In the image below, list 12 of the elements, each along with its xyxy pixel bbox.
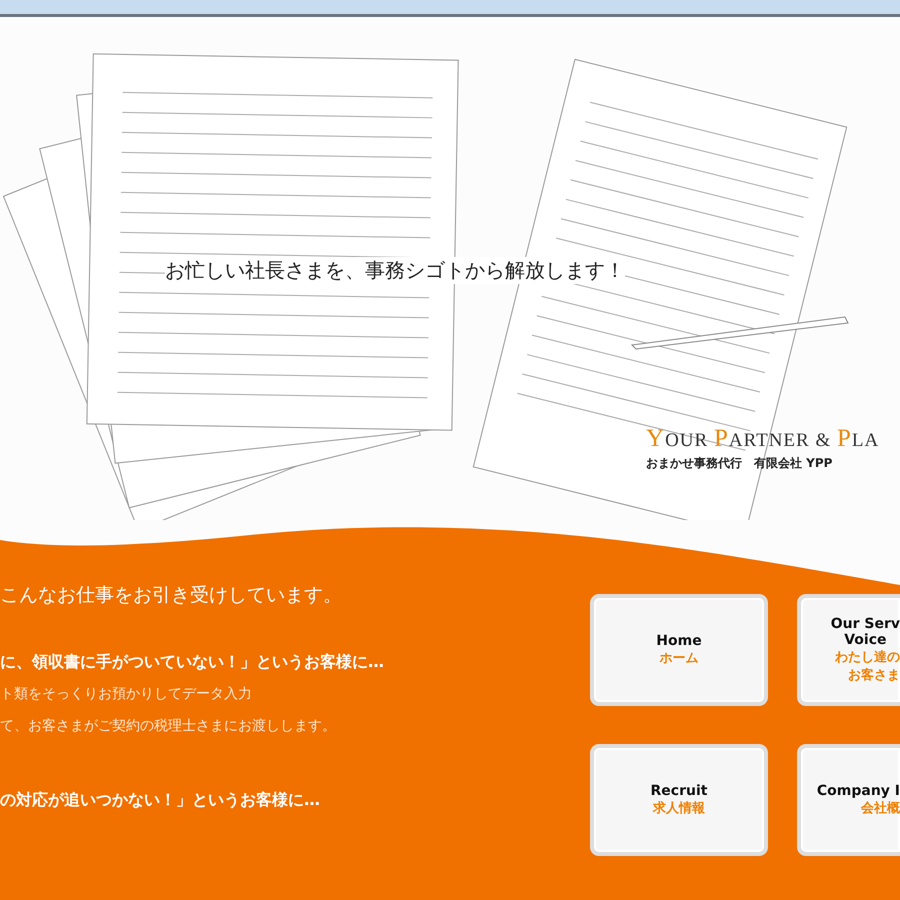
service-text: て、お客さまがご契約の税理士さまにお渡しします。 (0, 717, 337, 735)
service-heading: に、領収書に手がついていない！」というお客様に… (0, 652, 385, 673)
headline: お忙しい社長さまを、事務シゴトから解放します！ (165, 257, 625, 284)
nav-card[interactable]: Home ホーム (590, 594, 768, 706)
intro-text: こんなお仕事をお引き受けしています。 (0, 583, 343, 608)
service-heading: の対応が追いつかない！」というお客様に… (0, 790, 321, 811)
nav-card[interactable]: Recruit 求人情報 (590, 744, 768, 856)
company-name: おまかせ事務代行 有限会社 YPP (646, 455, 834, 472)
logo-text: YOUR PARTNER & PLA (646, 425, 880, 453)
nav-card[interactable]: Our Serv Voice わたし達の お客さま (797, 594, 900, 706)
service-text: ト類をそっくりお預かりしてデータ入力 (0, 685, 253, 703)
nav-card[interactable]: Company I 会社概 (797, 744, 900, 856)
